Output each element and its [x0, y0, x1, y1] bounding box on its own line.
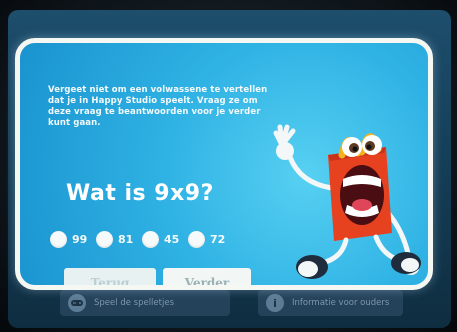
- radio-button[interactable]: [50, 230, 67, 248]
- gamepad-icon: [68, 294, 86, 312]
- answer-label: 45: [164, 232, 180, 246]
- radio-button[interactable]: [96, 230, 113, 248]
- next-button[interactable]: Verder: [163, 268, 251, 285]
- parental-gate-dialog: Vergeet niet om een volwassene te vertel…: [15, 38, 433, 290]
- answer-label: 72: [210, 232, 226, 246]
- happy-mascot-illustration: [273, 124, 421, 279]
- back-button[interactable]: Terug: [64, 268, 156, 285]
- parents-info-button[interactable]: i Informatie voor ouders: [258, 290, 403, 316]
- radio-button[interactable]: [142, 230, 159, 248]
- answer-label: 81: [118, 232, 134, 246]
- play-games-button[interactable]: Speel de spelletjes: [60, 290, 230, 316]
- answer-option-99[interactable]: 99: [50, 230, 87, 248]
- answer-option-81[interactable]: 81: [96, 230, 133, 248]
- instruction-text: Vergeet niet om een volwassene te vertel…: [48, 85, 268, 128]
- answer-option-45[interactable]: 45: [142, 230, 179, 248]
- answer-label: 99: [72, 232, 88, 246]
- question-title: Wat is 9x9?: [66, 181, 214, 206]
- answer-option-72[interactable]: 72: [188, 230, 225, 248]
- info-icon: i: [266, 294, 284, 312]
- radio-button[interactable]: [188, 230, 205, 248]
- parents-info-label: Informatie voor ouders: [292, 298, 390, 308]
- play-games-label: Speel de spelletjes: [94, 298, 174, 308]
